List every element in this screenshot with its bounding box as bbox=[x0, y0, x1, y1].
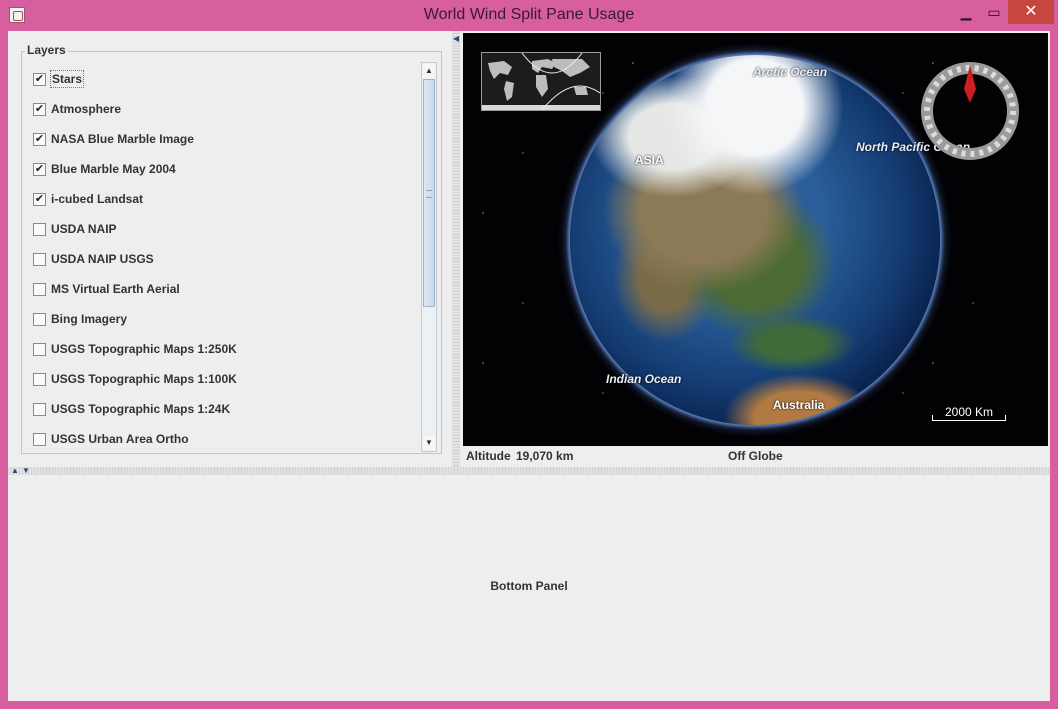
collapse-left-arrow-icon[interactable]: ◀ bbox=[453, 35, 459, 43]
layer-label: Bing Imagery bbox=[51, 312, 128, 326]
scroll-up-arrow-icon[interactable]: ▲ bbox=[423, 64, 435, 78]
altitude-label: Altitude bbox=[466, 449, 511, 463]
layer-checkbox[interactable] bbox=[33, 313, 46, 326]
layer-checkbox[interactable]: ✔ bbox=[33, 73, 46, 86]
layer-row-blue-marble-2004[interactable]: ✔ Blue Marble May 2004 bbox=[25, 159, 415, 181]
layer-checkbox[interactable] bbox=[33, 403, 46, 416]
minimize-button[interactable]: ▁ bbox=[955, 0, 977, 24]
layer-label: USDA NAIP USGS bbox=[51, 252, 154, 266]
layer-row-bing-imagery[interactable]: Bing Imagery bbox=[25, 309, 415, 331]
layer-checkbox[interactable]: ✔ bbox=[33, 133, 46, 146]
map-label-asia: ASIA bbox=[635, 153, 664, 167]
layer-label: USGS Topographic Maps 1:24K bbox=[51, 402, 231, 416]
layer-checkbox[interactable] bbox=[33, 373, 46, 386]
title-bar[interactable]: World Wind Split Pane Usage ▁ ▭ ✕ bbox=[0, 0, 1058, 31]
layer-label: USDA NAIP bbox=[51, 222, 117, 236]
layer-row-usda-naip[interactable]: USDA NAIP bbox=[25, 219, 415, 241]
layer-label: Atmosphere bbox=[51, 102, 122, 116]
layer-list: ✔ Stars ✔ Atmosphere ✔ NASA Blue Marble … bbox=[25, 61, 421, 453]
collapse-up-arrow-icon[interactable]: ▲ bbox=[11, 467, 19, 475]
vertical-split-divider[interactable]: ◀ bbox=[452, 31, 460, 468]
layer-label: NASA Blue Marble Image bbox=[51, 132, 194, 146]
layer-label: Blue Marble May 2004 bbox=[51, 162, 176, 176]
layer-checkbox[interactable]: ✔ bbox=[33, 163, 46, 176]
layer-row-usda-naip-usgs[interactable]: USDA NAIP USGS bbox=[25, 249, 415, 271]
grip-icon bbox=[426, 190, 432, 198]
map-label-indian-ocean: Indian Ocean bbox=[606, 372, 682, 386]
layer-checkbox[interactable] bbox=[33, 283, 46, 296]
window-title: World Wind Split Pane Usage bbox=[423, 6, 635, 23]
layer-label: i-cubed Landsat bbox=[51, 192, 144, 206]
layer-row-usgs-topo-100k[interactable]: USGS Topographic Maps 1:100K bbox=[25, 369, 415, 391]
close-button[interactable]: ✕ bbox=[1008, 0, 1054, 24]
altitude-value: 19,070 km bbox=[516, 449, 574, 463]
scroll-thumb[interactable] bbox=[423, 79, 435, 307]
world-map-icon bbox=[482, 53, 600, 110]
layer-checkbox[interactable]: ✔ bbox=[33, 193, 46, 206]
layer-row-atmosphere[interactable]: ✔ Atmosphere bbox=[25, 99, 415, 121]
layer-row-usgs-urban-ortho[interactable]: USGS Urban Area Ortho bbox=[25, 429, 415, 451]
map-label-australia: Australia bbox=[773, 398, 825, 412]
bottom-panel: Bottom Panel bbox=[8, 475, 1050, 701]
layer-label: Stars bbox=[50, 70, 85, 88]
scale-bar: 2000 Km bbox=[932, 405, 1006, 421]
bottom-panel-label: Bottom Panel bbox=[490, 579, 568, 593]
layer-row-usgs-topo-24k[interactable]: USGS Topographic Maps 1:24K bbox=[25, 399, 415, 421]
status-bar: Altitude 19,070 km Off Globe bbox=[463, 446, 1048, 467]
layer-label: MS Virtual Earth Aerial bbox=[51, 282, 180, 296]
scroll-down-arrow-icon[interactable]: ▼ bbox=[423, 436, 435, 450]
collapse-down-arrow-icon[interactable]: ▼ bbox=[22, 467, 30, 475]
scale-line bbox=[932, 415, 1006, 421]
compass-icon[interactable] bbox=[920, 61, 1020, 161]
layers-legend: Layers bbox=[25, 43, 68, 57]
layer-list-scrollbar[interactable]: ▲ ▼ bbox=[421, 62, 437, 452]
layer-row-usgs-topo-250k[interactable]: USGS Topographic Maps 1:250K bbox=[25, 339, 415, 361]
layer-row-stars[interactable]: ✔ Stars bbox=[25, 69, 415, 91]
layer-checkbox[interactable]: ✔ bbox=[33, 103, 46, 116]
layer-row-nasa-blue-marble[interactable]: ✔ NASA Blue Marble Image bbox=[25, 129, 415, 151]
horizontal-split-divider[interactable]: ▲ ▼ bbox=[8, 467, 1050, 475]
layer-checkbox[interactable] bbox=[33, 433, 46, 446]
maximize-button[interactable]: ▭ bbox=[983, 0, 1005, 24]
layer-label: USGS Topographic Maps 1:100K bbox=[51, 372, 237, 386]
layer-row-ms-virtual-earth[interactable]: MS Virtual Earth Aerial bbox=[25, 279, 415, 301]
scale-label: 2000 Km bbox=[944, 405, 994, 419]
world-map-overview[interactable] bbox=[481, 52, 601, 111]
layer-label: USGS Topographic Maps 1:250K bbox=[51, 342, 237, 356]
cursor-position: Off Globe bbox=[728, 449, 783, 463]
layer-checkbox[interactable] bbox=[33, 223, 46, 236]
world-wind-globe-view[interactable]: Arctic Ocean ASIA North Pacific Ocean In… bbox=[463, 33, 1048, 446]
layer-row-icubed-landsat[interactable]: ✔ i-cubed Landsat bbox=[25, 189, 415, 211]
earth-globe[interactable] bbox=[570, 55, 940, 425]
layer-checkbox[interactable] bbox=[33, 343, 46, 356]
layer-label: USGS Urban Area Ortho bbox=[51, 432, 189, 446]
layer-checkbox[interactable] bbox=[33, 253, 46, 266]
client-area: Layers ✔ Stars ✔ Atmosphere ✔ NASA Blue … bbox=[8, 31, 1050, 701]
map-label-arctic-ocean: Arctic Ocean bbox=[753, 65, 828, 79]
